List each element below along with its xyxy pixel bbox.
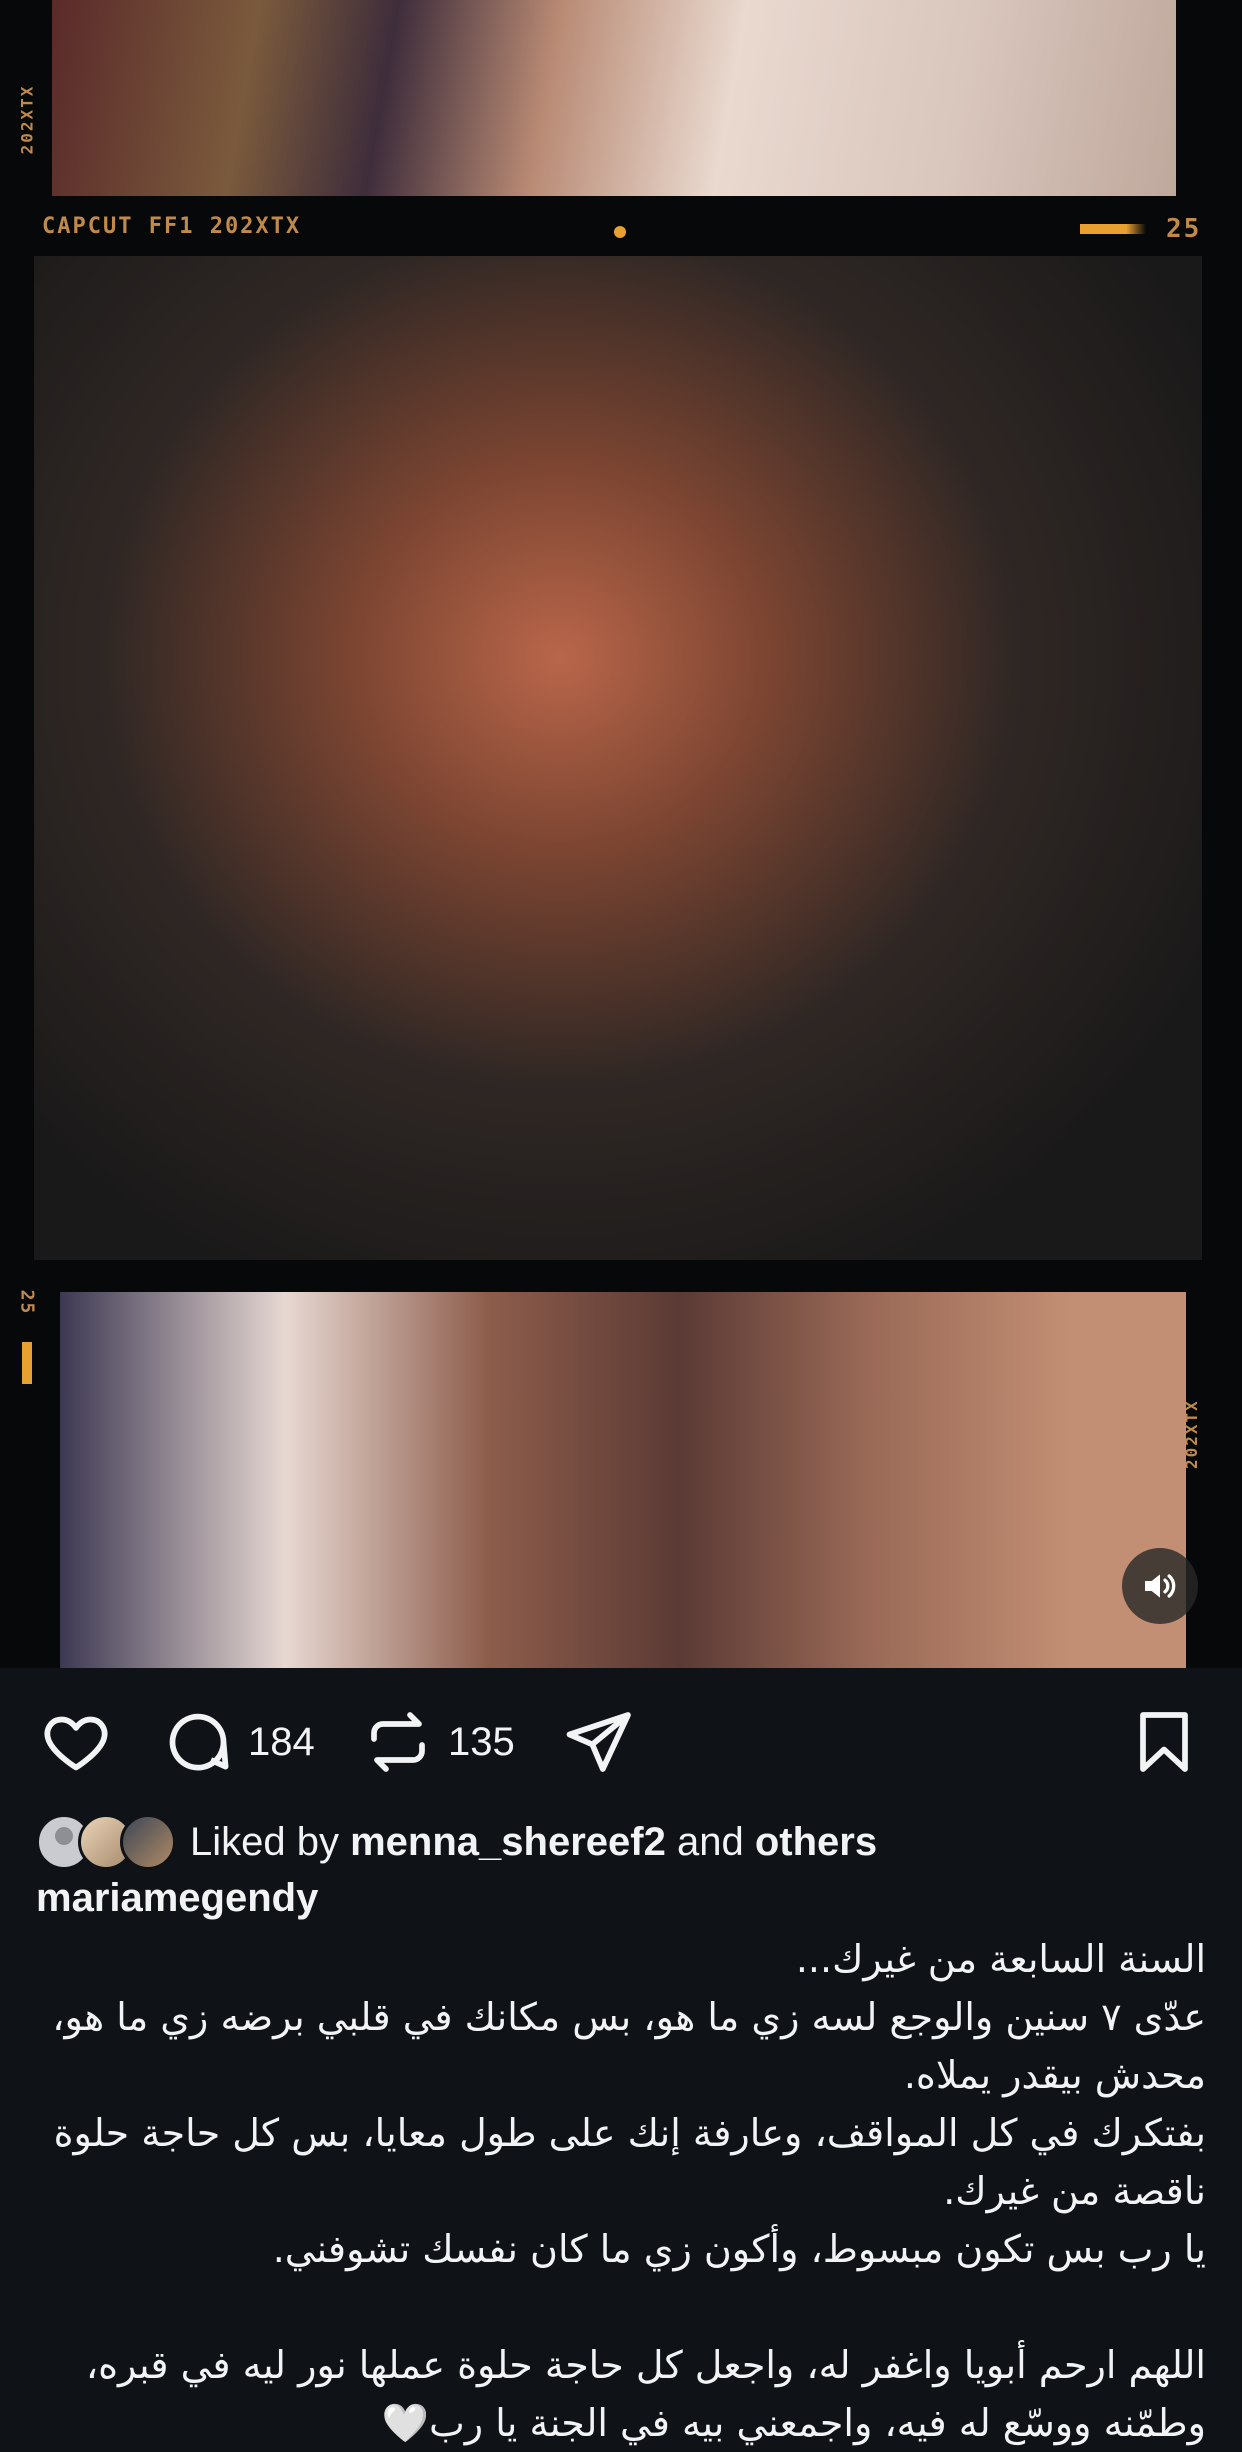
speaker-icon [1145,1574,1176,1598]
post-media[interactable]: CAPCUT FF1 202XTX 25 202XTX 25 CAPCUT FF… [0,0,1242,1668]
heart-icon [44,1716,108,1771]
send-icon [566,1712,631,1772]
photo-frame-bottom [60,1292,1186,1668]
post-username[interactable]: mariamegendy [36,1876,318,1921]
film-strip-label-side-left: 202XTX [17,84,37,155]
photo-frame-top [52,0,1176,196]
liked-by-others[interactable]: others [755,1820,877,1865]
film-strip-label-top: CAPCUT FF1 202XTX [42,214,302,239]
liked-by-and: and [676,1819,744,1864]
liked-by-row[interactable]: Liked by menna_shereef2 and others [36,1812,1206,1872]
post-caption: السنة السابعة من غيرك... عدّى ٧ سنين وال… [52,1937,1206,2445]
sound-toggle-button[interactable] [1122,1548,1198,1624]
avatar [120,1814,176,1870]
film-number-top: 25 [1166,214,1202,244]
liked-by-user[interactable]: menna_shereef2 [350,1820,666,1865]
share-button[interactable] [562,1706,634,1778]
comment-icon [169,1713,229,1771]
film-number-side: 25 [16,1289,38,1316]
liker-avatars [36,1814,176,1870]
save-button[interactable] [1128,1706,1200,1778]
comment-button[interactable]: 184 [162,1706,315,1778]
like-button[interactable] [40,1706,112,1778]
action-bar: 184 135 [0,1706,1242,1776]
film-arrow-side-icon [22,1342,32,1384]
repost-count: 135 [448,1719,515,1764]
liked-by-prefix: Liked by [190,1819,339,1864]
comment-count: 184 [248,1719,315,1764]
repost-icon [371,1712,425,1772]
repost-button[interactable]: 135 [362,1706,515,1778]
film-arrow-icon [1080,224,1146,234]
film-dot [614,226,626,238]
photo-frame-main [34,256,1202,1260]
bookmark-icon [1140,1712,1188,1772]
